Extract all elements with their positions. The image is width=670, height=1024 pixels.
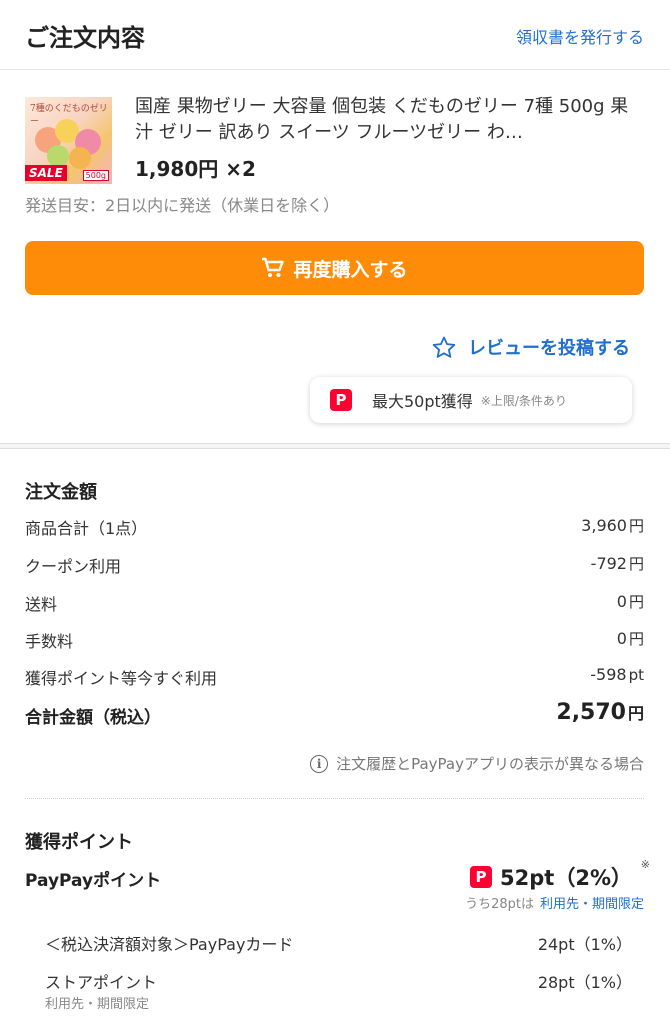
shipping-estimate: 発送目安：2日以内に発送（休業日を除く） <box>25 196 340 215</box>
write-review-link[interactable]: レビューを投稿する <box>432 334 630 360</box>
product-image[interactable]: 7種のくだものゼリー SALE 500g <box>25 97 112 184</box>
subtotal-label: 商品合計（1点） <box>25 519 148 538</box>
shipping-fee-label: 送料 <box>25 595 58 614</box>
star-icon <box>432 336 456 359</box>
reward-text: 最大50pt獲得 <box>372 392 473 411</box>
cart-icon <box>261 257 285 279</box>
paypay-icon: P <box>470 866 493 888</box>
shipping-fee-value: 0円 <box>616 592 644 611</box>
asterisk-note: ※ <box>640 858 650 871</box>
earned-points-title: 獲得ポイント <box>25 832 133 853</box>
subtotal-value: 3,960 円 <box>581 516 644 535</box>
coupon-value: -792 円 <box>590 554 644 573</box>
handling-fee-value: 0円 <box>616 629 644 648</box>
dotted-divider <box>25 798 644 799</box>
product-name[interactable]: 国産 果物ゼリー 大容量 個包装 くだものゼリー 7種 500g 果汁 ゼリー … <box>135 94 645 146</box>
handling-fee-label: 手数料 <box>25 632 74 651</box>
info-icon: i <box>310 754 329 773</box>
jelly-shape <box>47 145 69 167</box>
store-points-note: 利用先・期間限定 <box>45 997 150 1012</box>
rebuy-button[interactable]: 再度購入する <box>25 241 644 295</box>
info-note-text: 注文履歴とPayPayアプリの表示が異なる場合 <box>336 755 644 773</box>
points-breakdown: うち28ptは 利用先・期間限定 <box>465 897 644 912</box>
write-review-label: レビューを投稿する <box>468 338 630 359</box>
sale-badge: SALE <box>25 165 67 181</box>
coupon-label: クーポン利用 <box>25 557 122 576</box>
paypay-card-points-label: ＜税込決済額対象＞PayPayカード <box>45 935 294 954</box>
issue-receipt-link[interactable]: 領収書を発行する <box>516 24 644 48</box>
usage-limit-link[interactable]: 利用先・期間限定 <box>540 897 644 912</box>
paypay-discrepancy-link[interactable]: i 注文履歴とPayPayアプリの表示が異なる場合 <box>310 753 644 774</box>
store-points-label: ストアポイント <box>45 973 158 992</box>
store-points-value: 28pt（1%） <box>537 973 632 992</box>
size-badge: 500g <box>82 170 109 181</box>
points-used-label: 獲得ポイント等今すぐ利用 <box>25 669 218 688</box>
reward-condition: ※上限/条件あり <box>480 393 567 408</box>
product-price: 1,980円 ×2 <box>135 157 256 181</box>
paypay-points-label: PayPayポイント <box>25 871 162 891</box>
total-value: 2,570 円 <box>556 700 644 725</box>
paypay-points-value: P 52pt（2%） <box>470 862 632 892</box>
paypay-card-points-value: 24pt（1%） <box>537 935 632 954</box>
header: ご注文内容 領収書を発行する <box>0 0 670 70</box>
review-reward-tooltip: P 最大50pt獲得 ※上限/条件あり <box>310 377 632 423</box>
page-title: ご注文内容 <box>25 24 145 52</box>
order-amount-title: 注文金額 <box>25 482 97 503</box>
rebuy-button-label: 再度購入する <box>293 258 408 281</box>
paypay-icon: P <box>330 389 352 411</box>
section-divider <box>0 443 670 449</box>
jelly-shape <box>69 147 91 169</box>
total-label: 合計金額（税込） <box>25 708 161 728</box>
points-used-value: -598 pt <box>590 665 644 684</box>
